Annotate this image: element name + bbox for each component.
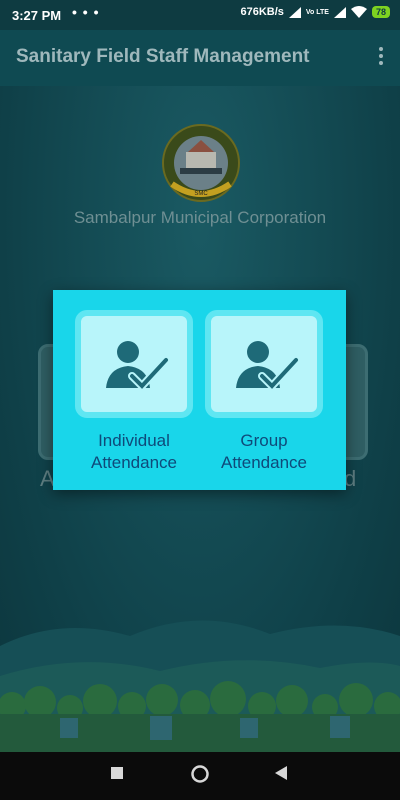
- status-indicators: 676KB/s Vo LTE 78: [240, 6, 390, 18]
- volte-badge: Vo LTE: [305, 8, 329, 16]
- individual-attendance-line2: Attendance: [90, 453, 177, 472]
- wifi-icon: [350, 6, 367, 18]
- user-check-icon: [236, 341, 300, 392]
- signal-icon: [288, 6, 301, 18]
- group-attendance-line2: Attendance: [220, 453, 307, 472]
- battery-indicator: 78: [371, 6, 390, 18]
- status-bar: 3:27 PM • • • 676KB/s Vo LTE 78: [0, 0, 400, 30]
- home-button[interactable]: [190, 764, 210, 784]
- app-bar: Sanitary Field Staff Management: [0, 30, 400, 86]
- status-time: 3:27 PM: [12, 8, 62, 23]
- group-attendance-label: Group Attendance: [201, 430, 327, 474]
- overflow-menu-icon[interactable]: [376, 44, 386, 70]
- notification-dots: • • •: [72, 4, 100, 20]
- individual-attendance-tile: [75, 310, 193, 418]
- system-navigation-bar: [0, 752, 400, 800]
- individual-attendance-label: Individual Attendance: [71, 430, 197, 474]
- logo-abbr: SMC: [194, 191, 208, 197]
- individual-attendance-button[interactable]: Individual Attendance: [71, 310, 197, 474]
- recents-button[interactable]: [110, 766, 124, 780]
- group-attendance-line1: Group: [240, 431, 288, 450]
- app-title: Sanitary Field Staff Management: [16, 46, 310, 67]
- corporation-logo: SMC: [162, 124, 240, 202]
- individual-attendance-line1: Individual: [98, 431, 170, 450]
- attendance-type-dialog: Individual Attendance Group Attendance: [53, 290, 346, 490]
- network-speed: 676KB/s: [240, 6, 284, 18]
- organization-name: Sambalpur Municipal Corporation: [73, 208, 327, 227]
- signal-icon-2: [333, 6, 346, 18]
- group-attendance-button[interactable]: Group Attendance: [201, 310, 327, 474]
- back-button[interactable]: [274, 766, 288, 780]
- user-check-icon: [106, 341, 170, 392]
- group-attendance-tile: [205, 310, 323, 418]
- landscape-illustration: [0, 620, 400, 752]
